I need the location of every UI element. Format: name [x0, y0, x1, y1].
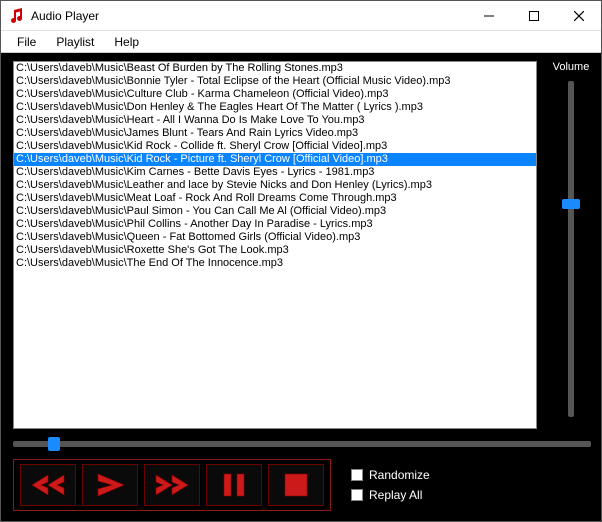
playlist-item[interactable]: C:\Users\daveb\Music\Meat Loaf - Rock An… — [14, 192, 536, 205]
volume-label: Volume — [553, 61, 590, 73]
close-button[interactable] — [556, 1, 601, 30]
playlist-item[interactable]: C:\Users\daveb\Music\Leather and lace by… — [14, 179, 536, 192]
play-button[interactable] — [82, 464, 138, 506]
playlist[interactable]: C:\Users\daveb\Music\Beast Of Burden by … — [13, 61, 537, 429]
window-title: Audio Player — [31, 9, 466, 23]
titlebar[interactable]: Audio Player — [1, 1, 601, 31]
playlist-item[interactable]: C:\Users\daveb\Music\Kid Rock - Picture … — [14, 153, 536, 166]
playlist-item[interactable]: C:\Users\daveb\Music\Roxette She's Got T… — [14, 244, 536, 257]
playlist-item[interactable]: C:\Users\daveb\Music\Don Henley & The Ea… — [14, 101, 536, 114]
volume-thumb[interactable] — [562, 199, 580, 209]
controls-row: Randomize Replay All — [13, 459, 591, 511]
replay-checkbox[interactable] — [351, 489, 363, 501]
randomize-label: Randomize — [369, 468, 430, 482]
randomize-option[interactable]: Randomize — [351, 468, 430, 482]
options: Randomize Replay All — [351, 468, 430, 502]
playlist-item[interactable]: C:\Users\daveb\Music\Beast Of Burden by … — [14, 62, 536, 75]
app-window: Audio Player File Playlist Help C:\Users… — [0, 0, 602, 522]
replay-option[interactable]: Replay All — [351, 488, 430, 502]
app-icon — [9, 8, 25, 24]
seek-slider[interactable] — [13, 441, 591, 447]
playlist-item[interactable]: C:\Users\daveb\Music\Paul Simon - You Ca… — [14, 205, 536, 218]
playlist-item[interactable]: C:\Users\daveb\Music\Phil Collins - Anot… — [14, 218, 536, 231]
volume-column: Volume — [551, 61, 591, 429]
pause-button[interactable] — [206, 464, 262, 506]
upper-pane: C:\Users\daveb\Music\Beast Of Burden by … — [13, 61, 591, 429]
stop-button[interactable] — [268, 464, 324, 506]
playlist-item[interactable]: C:\Users\daveb\Music\Queen - Fat Bottome… — [14, 231, 536, 244]
playlist-item[interactable]: C:\Users\daveb\Music\James Blunt - Tears… — [14, 127, 536, 140]
maximize-button[interactable] — [511, 1, 556, 30]
menubar: File Playlist Help — [1, 31, 601, 53]
seek-thumb[interactable] — [48, 437, 60, 451]
menu-file[interactable]: File — [7, 33, 46, 51]
playlist-item[interactable]: C:\Users\daveb\Music\Kim Carnes - Bette … — [14, 166, 536, 179]
playlist-item[interactable]: C:\Users\daveb\Music\Bonnie Tyler - Tota… — [14, 75, 536, 88]
minimize-button[interactable] — [466, 1, 511, 30]
playlist-item[interactable]: C:\Users\daveb\Music\Kid Rock - Collide … — [14, 140, 536, 153]
previous-button[interactable] — [20, 464, 76, 506]
volume-slider[interactable] — [568, 81, 574, 417]
playlist-item[interactable]: C:\Users\daveb\Music\Culture Club - Karm… — [14, 88, 536, 101]
playlist-item[interactable]: C:\Users\daveb\Music\The End Of The Inno… — [14, 257, 536, 270]
replay-label: Replay All — [369, 488, 422, 502]
next-button[interactable] — [144, 464, 200, 506]
menu-help[interactable]: Help — [104, 33, 149, 51]
randomize-checkbox[interactable] — [351, 469, 363, 481]
playlist-item[interactable]: C:\Users\daveb\Music\Heart - All I Wanna… — [14, 114, 536, 127]
menu-playlist[interactable]: Playlist — [46, 33, 104, 51]
app-body: C:\Users\daveb\Music\Beast Of Burden by … — [1, 53, 601, 521]
transport-buttons — [13, 459, 331, 511]
